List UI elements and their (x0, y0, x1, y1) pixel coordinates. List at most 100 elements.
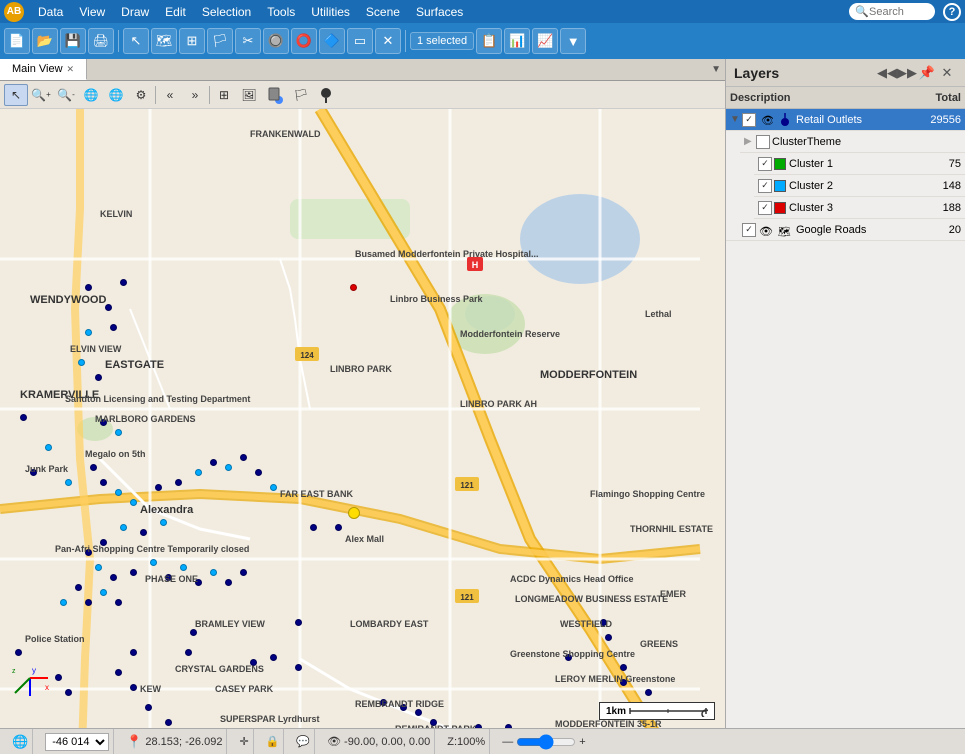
zoom-plus-icon[interactable]: + (579, 736, 585, 748)
map-dot[interactable] (620, 679, 627, 686)
menu-scene[interactable]: Scene (358, 3, 408, 21)
toolbar-print[interactable]: 🖨 (88, 28, 114, 54)
map-dot[interactable] (110, 324, 117, 331)
menu-selection[interactable]: Selection (194, 3, 259, 21)
layer-item-google-roads[interactable]: 👁 🗺 Google Roads 20 (726, 219, 965, 241)
map-dot[interactable] (250, 659, 257, 666)
map-dot[interactable] (475, 724, 482, 728)
toolbar-flag[interactable]: 🏳 (207, 28, 233, 54)
toolbar-map[interactable]: 🗺 (151, 28, 177, 54)
menu-draw[interactable]: Draw (113, 3, 157, 21)
map-dot[interactable] (78, 359, 85, 366)
map-dot[interactable] (415, 709, 422, 716)
toolbar-polygon[interactable]: 🔷 (319, 28, 345, 54)
zoom-slider[interactable] (516, 734, 576, 750)
map-dot[interactable] (430, 719, 437, 726)
map-dot[interactable] (645, 689, 652, 696)
search-box[interactable]: 🔍 (849, 3, 935, 20)
map-dot[interactable] (120, 524, 127, 531)
toolbar-layers-mgr[interactable]: ⊞ (179, 28, 205, 54)
search-input[interactable] (869, 6, 929, 18)
toolbar-circle[interactable]: ⭕ (291, 28, 317, 54)
menu-utilities[interactable]: Utilities (303, 3, 358, 21)
tab-close-icon[interactable]: ✕ (67, 64, 75, 75)
map-tool-pin[interactable] (314, 84, 338, 106)
map-dot[interactable] (620, 664, 627, 671)
layers-fwd-btn[interactable]: ▶▶ (897, 63, 917, 83)
map-dot[interactable] (130, 499, 137, 506)
status-lock[interactable]: 🔒 (262, 729, 285, 754)
layer-expand-retail[interactable]: ▼ (730, 114, 742, 125)
map-dot[interactable] (185, 649, 192, 656)
map-tool-grid[interactable]: ⊞ (212, 84, 236, 106)
help-icon[interactable]: ? (943, 3, 961, 21)
map-dot[interactable] (100, 419, 107, 426)
map-dot[interactable] (240, 569, 247, 576)
zoom-select[interactable]: -46 014 (45, 733, 109, 751)
map-dot[interactable] (505, 724, 512, 728)
layer-item-cluster1[interactable]: Cluster 1 75 (754, 153, 965, 175)
map-dot[interactable] (100, 589, 107, 596)
layers-back-btn[interactable]: ◀◀ (877, 63, 897, 83)
map-dot[interactable] (605, 634, 612, 641)
map-dot[interactable] (85, 599, 92, 606)
map-dot[interactable] (210, 459, 217, 466)
map-dot[interactable] (335, 524, 342, 531)
map-dot[interactable] (350, 284, 357, 291)
map-dot[interactable] (175, 479, 182, 486)
map-dot[interactable] (295, 619, 302, 626)
menu-data[interactable]: Data (30, 3, 71, 21)
map-tool-globe1[interactable]: 🌐 (79, 84, 103, 106)
toolbar-export1[interactable]: 📋 (476, 28, 502, 54)
toolbar-save[interactable]: 💾 (60, 28, 86, 54)
map-tool-back[interactable]: « (158, 84, 182, 106)
map-dot[interactable] (115, 599, 122, 606)
map-tool-frame[interactable]: 🖼 (237, 84, 261, 106)
map-dot[interactable] (100, 539, 107, 546)
map-tool-zoom-in[interactable]: 🔍+ (29, 84, 53, 106)
map-dot[interactable] (95, 374, 102, 381)
map-dot[interactable] (115, 489, 122, 496)
toolbar-pointer[interactable]: 🔘 (263, 28, 289, 54)
map-dot[interactable] (180, 564, 187, 571)
map-tool-bucket[interactable] (264, 84, 288, 106)
layer-check-retail[interactable] (742, 113, 756, 127)
layer-item-cluster2[interactable]: Cluster 2 148 (754, 175, 965, 197)
map-tool-zoom-out[interactable]: 🔍- (54, 84, 78, 106)
layer-item-cluster3[interactable]: Cluster 3 188 (754, 197, 965, 219)
layer-check-cluster3[interactable] (758, 201, 772, 215)
map-dot[interactable] (400, 704, 407, 711)
map-dot[interactable] (100, 479, 107, 486)
map-tool-fwd[interactable]: » (183, 84, 207, 106)
main-view-tab[interactable]: Main View ✕ (0, 59, 87, 80)
status-zoom[interactable]: -46 014 (41, 729, 114, 754)
status-map-icon[interactable]: 🌐 (8, 729, 33, 754)
toolbar-open[interactable]: 📂 (32, 28, 58, 54)
zoom-minus-icon[interactable]: — (502, 736, 513, 748)
map-dot[interactable] (210, 569, 217, 576)
map-view[interactable]: 124 121 121 H H ©Google FRANKENWALDKELVI… (0, 109, 725, 728)
map-dot[interactable] (45, 444, 52, 451)
map-dot[interactable] (130, 649, 137, 656)
map-dot[interactable] (195, 579, 202, 586)
map-dot[interactable] (85, 329, 92, 336)
map-dot[interactable] (310, 524, 317, 531)
map-dot[interactable] (65, 689, 72, 696)
toolbar-rect[interactable]: ▭ (347, 28, 373, 54)
layer-check-cluster2[interactable] (758, 179, 772, 193)
status-msg[interactable]: 💬 (292, 729, 315, 754)
map-dot[interactable] (225, 579, 232, 586)
map-dot[interactable] (95, 564, 102, 571)
layer-item-cluster-theme[interactable]: ▶ ClusterTheme (740, 131, 965, 153)
menu-surfaces[interactable]: Surfaces (408, 3, 471, 21)
map-dot[interactable] (165, 719, 172, 726)
map-tool-select[interactable]: ↖ (4, 84, 28, 106)
layers-close-btn[interactable]: ✕ (937, 63, 957, 83)
map-dot[interactable] (130, 684, 137, 691)
toolbar-cursor[interactable]: ✂ (235, 28, 261, 54)
layer-item-retail-outlets[interactable]: ▼ 👁 Retail Outlets 29556 (726, 109, 965, 131)
layer-check-google[interactable] (742, 223, 756, 237)
map-dot[interactable] (240, 454, 247, 461)
map-dot[interactable] (165, 574, 172, 581)
toolbar-minus[interactable]: ✕ (375, 28, 401, 54)
